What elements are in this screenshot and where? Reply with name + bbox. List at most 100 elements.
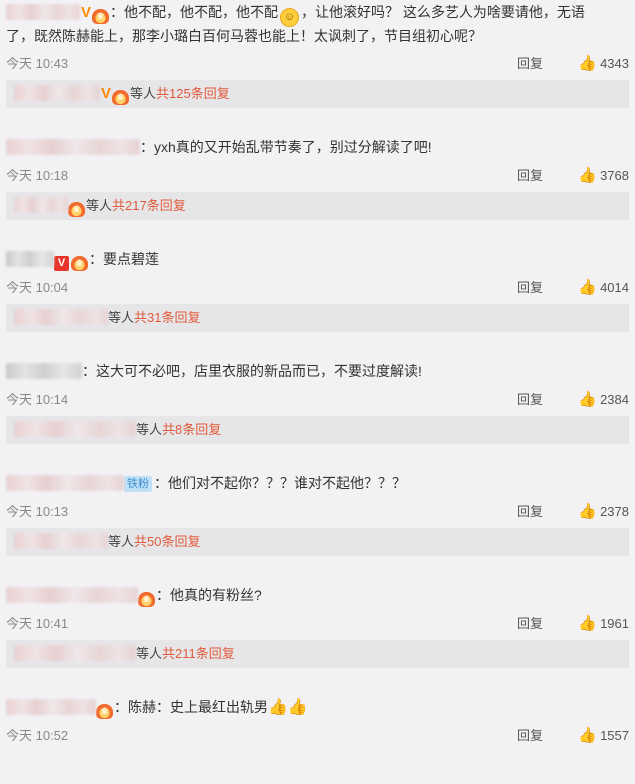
subreply-count: 共50条回复 [134, 534, 201, 549]
username-blurred[interactable] [6, 699, 96, 715]
comment-footer: 今天 10:52 回复 👍 1557 [6, 726, 629, 746]
subreply-summary[interactable]: ♛ 等人共217条回复 [6, 192, 629, 220]
comment-footer: 今天 10:41 回复 👍 1961 [6, 614, 629, 634]
others-label: 等人 [108, 310, 135, 325]
comment-text-line: 了，既然陈赫能上，那李小璐白百何马蓉也能上！太讽刺了，节目组初心呢？ [6, 26, 627, 46]
smiley-icon: ☺ [280, 8, 300, 27]
comment-time: 今天 10:43 [6, 56, 69, 71]
comment-text-line: ：yxh真的又开始乱带节奏了，别过分解读了吧! [6, 137, 627, 157]
comment-footer: 今天 10:43 回复 👍 4343 [6, 54, 629, 74]
subreply-user-blurred [14, 197, 68, 213]
subreply-count: 共125条回复 [156, 86, 230, 101]
subreply-user-blurred [14, 309, 108, 325]
subreply-user-blurred [14, 645, 136, 661]
comment-text-line: V ♛ ：他不配，他不配，他不配 ☺ ，让他滚好吗？ 这么多艺人为啥要请他，无语 [6, 2, 627, 27]
comment-item: V ♛ ：他不配，他不配，他不配 ☺ ，让他滚好吗？ 这么多艺人为啥要请他，无语 了，既… [0, 0, 635, 112]
comment-time: 今天 10:18 [6, 168, 69, 183]
subreply-count: 共31条回复 [134, 310, 201, 325]
v-badge-icon: V [101, 85, 112, 102]
like-count: 2384 [600, 392, 629, 407]
subreply-summary[interactable]: 等人共50条回复 [6, 528, 629, 556]
like-count: 1961 [600, 616, 629, 631]
reply-button[interactable]: 回复 [517, 614, 543, 634]
comment-text: ，让他滚好吗？ 这么多艺人为啥要请他，无语 [301, 4, 585, 20]
reply-button[interactable]: 回复 [517, 166, 543, 186]
like-count: 1557 [600, 728, 629, 743]
comment-item: ♛ ：陈赫：史上最红出轨男 👍 👍 今天 10:52 回复 👍 1557 [0, 672, 635, 784]
like-button[interactable]: 👍 4014 [578, 278, 629, 298]
comment-item: 铁粉 ：他们对不起你？？？谁对不起他？？？ 今天 10:13 回复 👍 2378 等… [0, 448, 635, 560]
others-label: 等人 [136, 646, 163, 661]
comment-text: ：他不配，他不配，他不配 [110, 4, 279, 20]
reply-button[interactable]: 回复 [517, 278, 543, 298]
crown-icon: ♛ [96, 704, 113, 719]
comment-text-line: ♛ ：他真的有粉丝? [6, 585, 627, 607]
like-button[interactable]: 👍 4343 [578, 54, 629, 74]
v-badge-icon: V [81, 4, 92, 21]
like-button[interactable]: 👍 2384 [578, 390, 629, 410]
others-label: 等人 [86, 198, 113, 213]
comment-time: 今天 10:13 [6, 504, 69, 519]
thumbs-up-icon: 👍 [578, 727, 597, 744]
comment-time: 今天 10:04 [6, 280, 69, 295]
comment-footer: 今天 10:13 回复 👍 2378 [6, 502, 629, 522]
others-label: 等人 [136, 422, 163, 437]
like-button[interactable]: 👍 3768 [578, 166, 629, 186]
subreply-user-blurred [14, 533, 108, 549]
subreply-user-blurred [14, 85, 100, 101]
username-blurred[interactable] [6, 4, 80, 20]
comment-item: V ♛ ：要点碧莲 今天 10:04 回复 👍 4014 等人共31条回复 [0, 224, 635, 336]
subreply-summary[interactable]: 等人共211条回复 [6, 640, 629, 668]
crown-icon: ♛ [112, 90, 130, 105]
like-button[interactable]: 👍 2378 [578, 502, 629, 522]
comment-text-line: 铁粉 ：他们对不起你？？？谁对不起他？？？ [6, 473, 627, 493]
subreply-user-blurred [14, 421, 136, 437]
reply-button[interactable]: 回复 [517, 390, 543, 410]
comment-item: ：这大可不必吧，店里衣服的新品而已，不要过度解读! 今天 10:14 回复 👍 2… [0, 336, 635, 448]
comment-text: ：要点碧莲 [89, 251, 159, 267]
like-button[interactable]: 👍 1557 [578, 726, 629, 746]
thumbs-up-icon: 👍 [578, 391, 597, 408]
like-count: 3768 [600, 168, 629, 183]
comment-time: 今天 10:41 [6, 616, 69, 631]
like-count: 2378 [600, 504, 629, 519]
thumbs-up-icon: 👍 [578, 167, 597, 184]
comment-text-line: ：这大可不必吧，店里衣服的新品而已，不要过度解读! [6, 361, 627, 381]
reply-button[interactable]: 回复 [517, 54, 543, 74]
subreply-count: 共8条回复 [162, 422, 222, 437]
username-blurred[interactable] [6, 587, 138, 603]
crown-icon: ♛ [71, 256, 88, 271]
others-label: 等人 [130, 86, 157, 101]
subreply-summary[interactable]: 等人共8条回复 [6, 416, 629, 444]
username-blurred[interactable] [6, 139, 140, 155]
comment-item: ♛ ：他真的有粉丝? 今天 10:41 回复 👍 1961 等人共211条回复 [0, 560, 635, 672]
v-badge-icon: V [54, 256, 69, 271]
comment-text: ：他们对不起你？？？谁对不起他？？？ [154, 475, 406, 491]
thumbs-up-icon: 👍 [578, 279, 597, 296]
subreply-summary[interactable]: 等人共31条回复 [6, 304, 629, 332]
comment-text: ：陈赫：史上最红出轨男 [114, 699, 268, 715]
comment-list: V ♛ ：他不配，他不配，他不配 ☺ ，让他滚好吗？ 这么多艺人为啥要请他，无语 了，既… [0, 0, 635, 755]
thumbs-up-icon: 👍 [578, 503, 597, 520]
like-button[interactable]: 👍 1961 [578, 614, 629, 634]
comment-footer: 今天 10:18 回复 👍 3768 [6, 166, 629, 186]
reply-button[interactable]: 回复 [517, 726, 543, 746]
thumb-emoji-icon: 👍 [287, 699, 308, 716]
crown-icon: ♛ [92, 9, 110, 24]
comment-text-line: ♛ ：陈赫：史上最红出轨男👍👍 [6, 697, 627, 719]
comment-item: ：yxh真的又开始乱带节奏了，别过分解读了吧! 今天 10:18 回复 👍 376… [0, 112, 635, 224]
comment-text: ：这大可不必吧，店里衣服的新品而已，不要过度解读! [82, 363, 422, 379]
thumbs-up-icon: 👍 [578, 55, 597, 72]
like-count: 4343 [600, 56, 629, 71]
subreply-summary[interactable]: V ♛ 等人共125条回复 [6, 80, 629, 108]
like-count: 4014 [600, 280, 629, 295]
username-blurred[interactable] [6, 251, 54, 267]
comment-footer: 今天 10:04 回复 👍 4014 [6, 278, 629, 298]
subreply-count: 共217条回复 [112, 198, 186, 213]
username-blurred[interactable] [6, 475, 124, 491]
comment-time: 今天 10:52 [6, 728, 69, 743]
username-blurred[interactable] [6, 363, 82, 379]
thumbs-up-icon: 👍 [578, 615, 597, 632]
comment-text: 了，既然陈赫能上，那李小璐白百何马蓉也能上！太讽刺了，节目组初心呢？ [6, 28, 482, 44]
reply-button[interactable]: 回复 [517, 502, 543, 522]
